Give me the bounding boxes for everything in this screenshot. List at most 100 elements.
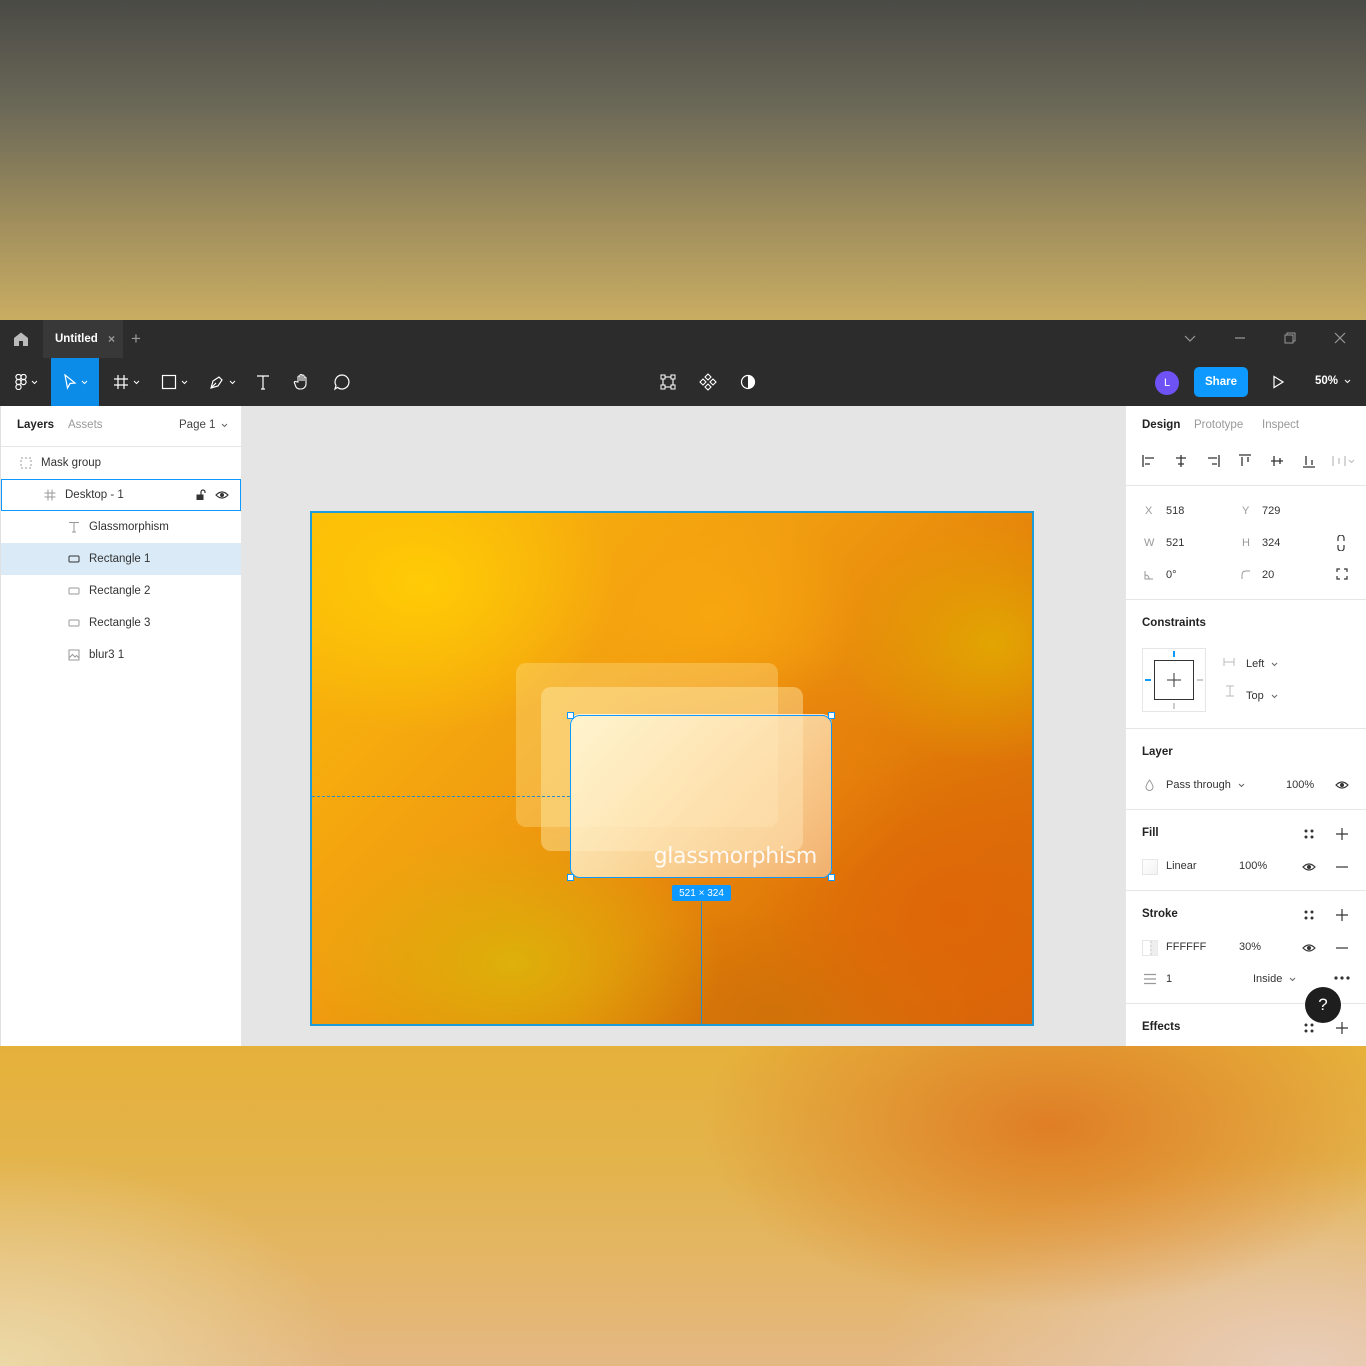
zoom-dropdown[interactable]: 50% xyxy=(1315,375,1351,387)
fill-opacity-input[interactable]: 100% xyxy=(1239,860,1267,872)
add-stroke-icon[interactable] xyxy=(1335,908,1349,922)
eye-icon[interactable] xyxy=(215,489,229,501)
divider xyxy=(1126,599,1366,600)
eye-icon[interactable] xyxy=(1335,780,1349,790)
image-icon xyxy=(68,649,80,661)
y-input[interactable]: 729 xyxy=(1262,505,1280,517)
stroke-weight-input[interactable]: 1 xyxy=(1166,973,1172,985)
unlock-icon[interactable] xyxy=(195,489,207,501)
main-menu-button[interactable] xyxy=(8,358,44,406)
layer-rectangle-1[interactable]: Rectangle 1 xyxy=(1,543,241,575)
align-left-icon[interactable] xyxy=(1142,454,1156,468)
w-label: W xyxy=(1144,537,1155,549)
more-options-icon[interactable] xyxy=(1334,976,1350,980)
text-tool-button[interactable] xyxy=(250,358,276,406)
figma-logo-icon xyxy=(14,374,27,390)
remove-fill-icon[interactable] xyxy=(1335,860,1349,874)
resize-handle-bottom-left[interactable] xyxy=(567,874,574,881)
align-vertical-center-icon[interactable] xyxy=(1270,454,1284,468)
stroke-position-select[interactable]: Inside xyxy=(1253,973,1296,985)
minimize-icon[interactable] xyxy=(1232,330,1248,346)
horizontal-constraint-icon xyxy=(1223,658,1235,666)
stroke-opacity-input[interactable]: 30% xyxy=(1239,941,1261,953)
stroke-swatch[interactable] xyxy=(1142,940,1158,956)
home-icon[interactable] xyxy=(12,331,30,347)
remove-stroke-icon[interactable] xyxy=(1335,941,1349,955)
distribute-icon[interactable] xyxy=(1332,454,1356,468)
canvas[interactable]: glassmorphism 521 × 324 xyxy=(241,406,1125,1046)
fill-swatch[interactable] xyxy=(1142,859,1158,875)
hand-tool-button[interactable] xyxy=(289,358,315,406)
present-button[interactable] xyxy=(1266,358,1290,406)
share-button[interactable]: Share xyxy=(1194,367,1248,397)
rectangle-1[interactable]: glassmorphism xyxy=(570,714,832,878)
help-button[interactable]: ? xyxy=(1305,987,1341,1023)
chevron-down-icon[interactable] xyxy=(1182,330,1198,346)
page-selector[interactable]: Page 1 xyxy=(179,419,228,431)
layer-rectangle-3[interactable]: Rectangle 3 xyxy=(1,607,241,639)
eye-icon[interactable] xyxy=(1302,862,1316,872)
style-grid-icon[interactable] xyxy=(1303,828,1315,840)
shape-tool-button[interactable] xyxy=(154,358,194,406)
eye-icon[interactable] xyxy=(1302,943,1316,953)
add-fill-icon[interactable] xyxy=(1335,827,1349,841)
align-bottom-icon[interactable] xyxy=(1302,454,1316,468)
stroke-color-input[interactable]: FFFFFF xyxy=(1166,941,1206,953)
comment-icon xyxy=(333,374,350,391)
w-input[interactable]: 521 xyxy=(1166,537,1184,549)
component-button[interactable] xyxy=(696,358,720,406)
tab-layers[interactable]: Layers xyxy=(17,419,54,431)
user-avatar[interactable]: L xyxy=(1155,371,1179,395)
tab-prototype[interactable]: Prototype xyxy=(1194,419,1243,431)
divider xyxy=(1126,809,1366,810)
style-grid-icon[interactable] xyxy=(1303,1022,1315,1034)
corner-radius-input[interactable]: 20 xyxy=(1262,569,1274,581)
tab-inspect[interactable]: Inspect xyxy=(1262,419,1299,431)
blend-mode-select[interactable]: Pass through xyxy=(1166,779,1245,791)
tab-close-icon[interactable]: × xyxy=(108,333,115,345)
wallpaper-top xyxy=(0,0,1366,320)
independent-corners-icon[interactable] xyxy=(1336,568,1348,580)
tab-design[interactable]: Design xyxy=(1142,419,1180,431)
align-top-icon[interactable] xyxy=(1238,454,1252,468)
h-input[interactable]: 324 xyxy=(1262,537,1280,549)
layer-blur3-1[interactable]: blur3 1 xyxy=(1,639,241,671)
add-effect-icon[interactable] xyxy=(1335,1021,1349,1035)
layer-desktop-1[interactable]: Desktop - 1 xyxy=(1,479,241,511)
layer-mask-group[interactable]: Mask group xyxy=(1,447,241,479)
mask-button[interactable] xyxy=(736,358,760,406)
glassmorphism-text[interactable]: glassmorphism xyxy=(654,844,818,869)
pen-tool-button[interactable] xyxy=(202,358,242,406)
fill-type[interactable]: Linear xyxy=(1166,860,1197,872)
comment-tool-button[interactable] xyxy=(329,358,355,406)
desktop-frame[interactable]: glassmorphism xyxy=(310,511,1034,1026)
layer-glassmorphism[interactable]: Glassmorphism xyxy=(1,511,241,543)
edit-object-button[interactable] xyxy=(656,358,680,406)
resize-handle-top-right[interactable] xyxy=(828,712,835,719)
properties-panel: Design Prototype Inspect X 518 Y 729 W 5… xyxy=(1125,406,1366,1046)
x-input[interactable]: 518 xyxy=(1166,505,1184,517)
style-grid-icon[interactable] xyxy=(1303,909,1315,921)
left-panel-tabs: Layers Assets Page 1 xyxy=(1,406,241,447)
vertical-constraint-icon xyxy=(1226,685,1234,697)
tab-untitled[interactable]: Untitled × xyxy=(43,320,123,358)
move-tool-button[interactable] xyxy=(51,358,99,406)
vertical-constraint-select[interactable]: Top xyxy=(1246,690,1278,702)
tab-assets[interactable]: Assets xyxy=(68,419,103,431)
frame-icon xyxy=(113,375,128,389)
constrain-proportions-icon[interactable] xyxy=(1336,535,1346,551)
align-horizontal-center-icon[interactable] xyxy=(1174,454,1188,468)
layer-rectangle-2[interactable]: Rectangle 2 xyxy=(1,575,241,607)
frame-tool-button[interactable] xyxy=(106,358,146,406)
resize-handle-top-left[interactable] xyxy=(567,712,574,719)
constraints-title: Constraints xyxy=(1142,617,1206,629)
constraints-widget[interactable] xyxy=(1142,648,1206,712)
add-tab-icon[interactable]: + xyxy=(131,329,141,349)
layer-opacity-input[interactable]: 100% xyxy=(1286,779,1314,791)
align-right-icon[interactable] xyxy=(1206,454,1220,468)
resize-handle-bottom-right[interactable] xyxy=(828,874,835,881)
horizontal-constraint-select[interactable]: Left xyxy=(1246,658,1278,670)
rotation-input[interactable]: 0° xyxy=(1166,569,1177,581)
restore-icon[interactable] xyxy=(1282,330,1298,346)
close-window-icon[interactable] xyxy=(1332,330,1348,346)
